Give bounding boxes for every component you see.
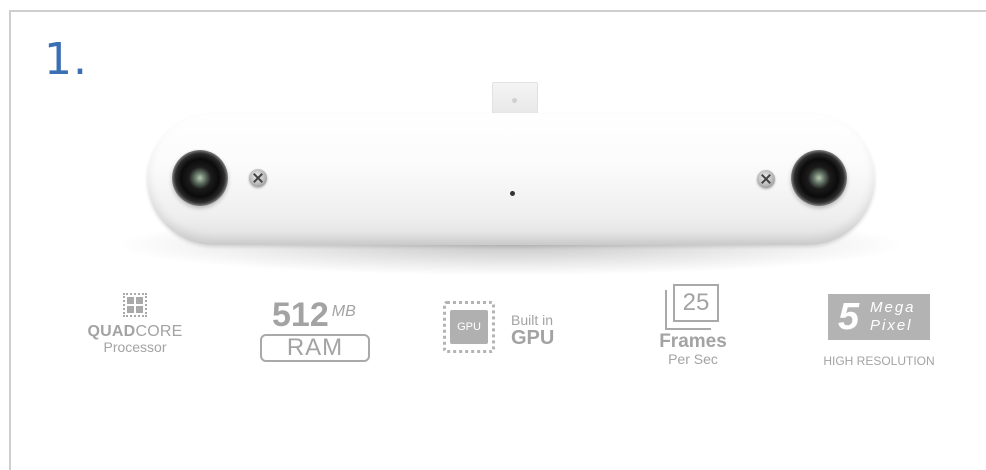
high-resolution-label: HIGH RESOLUTION — [823, 354, 935, 368]
per-sec-label: Per Sec — [668, 351, 718, 367]
mount-hole — [512, 98, 517, 103]
feature-megapixel: 5 Mega Pixel HIGH RESOLUTION — [812, 294, 946, 368]
right-camera-lens-icon — [791, 150, 847, 206]
feature-frames-per-sec: 25 Frames Per Sec — [648, 284, 738, 367]
right-screw-icon — [757, 170, 775, 188]
gpu-label: GPU — [511, 327, 555, 349]
left-camera-lens-icon — [172, 150, 228, 206]
center-sensor-hole — [510, 191, 515, 196]
gpu-chip-icon: GPU — [443, 301, 495, 353]
quadcore-label: QUADCORE — [87, 323, 183, 340]
step-number: 1. — [44, 34, 88, 85]
feature-quadcore: QUADCORE Processor — [70, 289, 200, 355]
megapixel-badge: 5 Mega Pixel — [828, 294, 930, 340]
megapixel-value: 5 — [838, 296, 860, 338]
ram-amount: 512 MB — [272, 296, 356, 334]
processor-label: Processor — [103, 339, 167, 355]
feature-ram: 512 MB RAM — [260, 296, 374, 362]
ram-label: RAM — [260, 334, 370, 362]
mega-label: Mega — [870, 299, 916, 316]
left-screw-icon — [249, 169, 267, 187]
frames-label: Frames — [659, 331, 727, 352]
cpu-chip-icon — [119, 289, 151, 321]
built-in-label: Built in — [511, 312, 554, 328]
frames-stack-icon: 25 — [665, 284, 721, 330]
fps-value: 25 — [673, 284, 719, 322]
pixel-label: Pixel — [870, 317, 913, 334]
feature-gpu: GPU Built in GPU — [441, 297, 581, 361]
